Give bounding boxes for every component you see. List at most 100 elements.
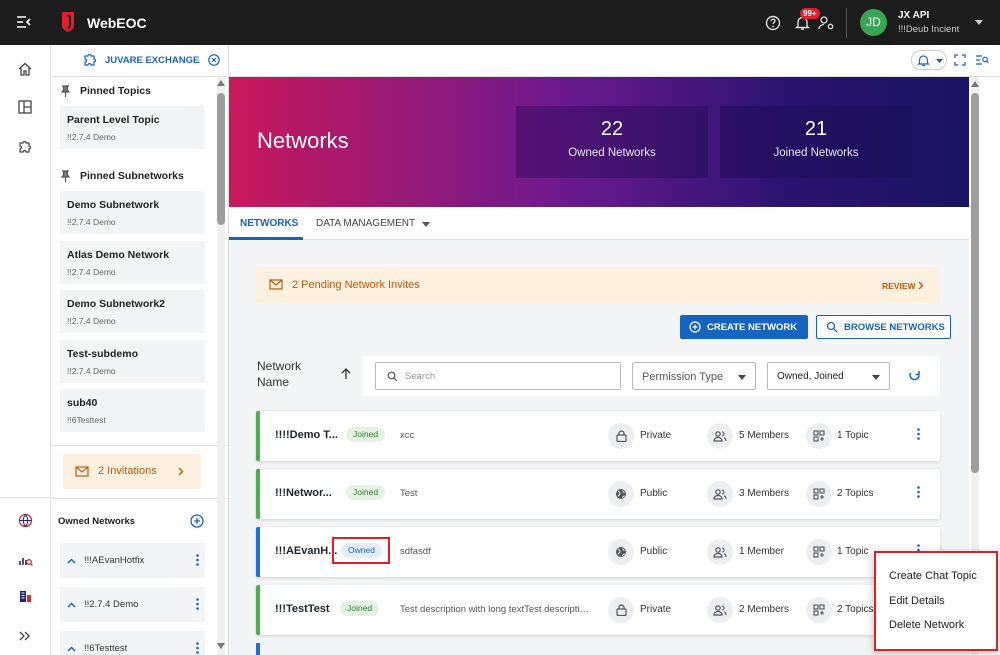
panel-scroll-thumb[interactable] [217,93,225,225]
sort-ascending-icon [341,368,351,379]
topics-count: 1 Topic [837,546,869,557]
mail-icon [75,466,89,477]
network-name[interactable]: !!!Networ... [275,487,332,499]
pinned-subnetwork-card[interactable]: Demo Subnetwork2 !!2.7.4 Demo [60,290,205,333]
owned-networks-title: Owned Networks [58,516,136,527]
menu-item-delete-network[interactable]: Delete Network [889,619,964,631]
user-name: JX API [898,10,930,21]
pinned-subnetwork-card[interactable]: Atlas Demo Network !!2.7.4 Demo [60,241,205,284]
ownership-select[interactable]: Owned, Joined [767,362,890,390]
more-vert-icon [196,642,199,654]
chevron-up-icon [67,558,76,563]
add-owned-network-icon[interactable] [190,514,204,528]
pinned-topic-card[interactable]: Parent Level Topic !!2.7.4 Demo [60,106,205,149]
browse-networks-button[interactable]: BROWSE NETWORKS [816,315,951,339]
app-title: WebEOC [87,15,147,31]
members-count: 2 Members [739,604,790,615]
privacy-label: Public [640,546,668,557]
members-count: 1 Member [739,546,785,557]
permission-type-select[interactable]: Permission Type [632,362,756,390]
left-rail [0,45,51,655]
privacy-label: Public [640,488,668,499]
topics-count: 2 Topics [837,604,874,615]
chevron-down-icon [422,222,430,227]
user-menu-chevron-icon[interactable] [975,20,983,25]
more-vert-icon [196,598,199,610]
joined-badge: Joined [346,485,386,500]
alert-settings-button[interactable] [911,50,947,70]
review-link[interactable]: REVIEW [882,281,916,291]
pinned-subnetwork-card[interactable]: sub40 !!6Testtest [60,389,205,432]
add-circle-icon [689,321,701,333]
network-name[interactable]: !!!!Demo T... [275,429,338,441]
pending-invites-banner[interactable]: 2 Pending Network Invites REVIEW [256,267,940,303]
fullscreen-icon[interactable] [954,54,966,66]
search-input[interactable]: Search [375,362,621,390]
user-settings-icon[interactable] [818,15,835,31]
exchange-side-panel: Pinned Topics Parent Level Topic !!2.7.4… [51,77,229,655]
search-list-icon[interactable] [975,54,989,66]
analytics-search-icon[interactable] [14,548,36,570]
menu-item-create-chat-topic[interactable]: Create Chat Topic [889,570,977,582]
avatar[interactable]: JD [860,9,887,36]
pinned-subnetwork-card[interactable]: Demo Subnetwork !!2.7.4 Demo [60,191,205,234]
network-name[interactable]: !!!AEvanH... [275,545,337,557]
members-count: 3 Members [739,488,790,499]
joined-badge: Joined [340,601,380,616]
search-icon [826,321,838,333]
pinned-topics-header: Pinned Topics [61,85,151,97]
dashboard-icon[interactable] [14,96,36,118]
scroll-up-arrow-icon [971,81,979,87]
network-row[interactable]: !!!Networ... Joined Test Public 3 Member… [256,469,940,519]
home-icon[interactable] [14,58,36,80]
menu-item-edit-details[interactable]: Edit Details [889,595,945,607]
owned-network-item[interactable]: !!6Testtest [60,631,205,655]
network-description: xcc [400,430,415,441]
webeoc-logo-icon [60,11,76,33]
buildings-icon[interactable] [14,585,36,607]
chevron-right-icon [178,467,184,476]
network-row[interactable]: !!!TestTest Joined Test description with… [256,585,940,635]
members-icon [707,423,733,449]
tab-networks[interactable]: NETWORKS [240,218,298,229]
owned-networks-stat: 22 Owned Networks [516,106,708,178]
refresh-icon[interactable] [908,369,921,382]
topics-count: 2 Topics [837,488,874,499]
chevron-down-icon [872,375,880,380]
rail-divider [0,497,51,498]
next-row-edge [256,643,260,655]
owned-network-item[interactable]: !!!AEvanHotfix [60,543,205,578]
network-row[interactable]: !!!AEvanH... Owned sdfasdf Public 1 Memb… [256,527,940,577]
topics-icon [806,423,832,449]
top-bar: WebEOC 99+ JD JX API !!!Deub Incient [0,0,1000,45]
more-vert-icon[interactable] [917,428,920,440]
pinned-subnetwork-card[interactable]: Test-subdemo !!2.7.4 Demo [60,340,205,383]
pin-icon [61,85,70,97]
close-tab-icon[interactable] [208,54,220,66]
main-scroll-thumb[interactable] [971,93,979,473]
invitations-button[interactable]: 2 Invitations [63,454,201,489]
more-vert-icon [196,554,199,566]
create-network-button[interactable]: CREATE NETWORK [680,315,808,339]
members-icon [707,481,733,507]
exchange-puzzle-icon[interactable] [14,135,36,157]
tab-juvare-exchange[interactable]: JUVARE EXCHANGE [105,55,199,66]
collapse-menu-icon[interactable] [16,15,31,29]
joined-badge: Joined [346,427,386,442]
members-icon [707,539,733,565]
panel-scrollbar[interactable] [217,77,225,655]
tab-data-management[interactable]: DATA MANAGEMENT [316,218,415,229]
tab-divider [228,45,229,77]
owned-network-item[interactable]: !!2.7.4 Demo [60,587,205,622]
expand-rail-icon[interactable] [14,625,36,647]
more-vert-icon[interactable] [917,486,920,498]
network-name-column-label: Network Name [257,359,302,389]
networks-content: 2 Pending Network Invites REVIEW CREATE … [229,240,969,655]
help-icon[interactable] [765,15,781,31]
pinned-subnetworks-header: Pinned Subnetworks [61,170,184,182]
search-icon [387,371,398,382]
network-row[interactable]: !!!!Demo T... Joined xcc Private 5 Membe… [256,411,940,461]
main-content: Networks 22 Owned Networks 21 Joined Net… [229,77,969,655]
network-name[interactable]: !!!TestTest [275,603,330,615]
globe-network-icon[interactable] [14,509,36,531]
